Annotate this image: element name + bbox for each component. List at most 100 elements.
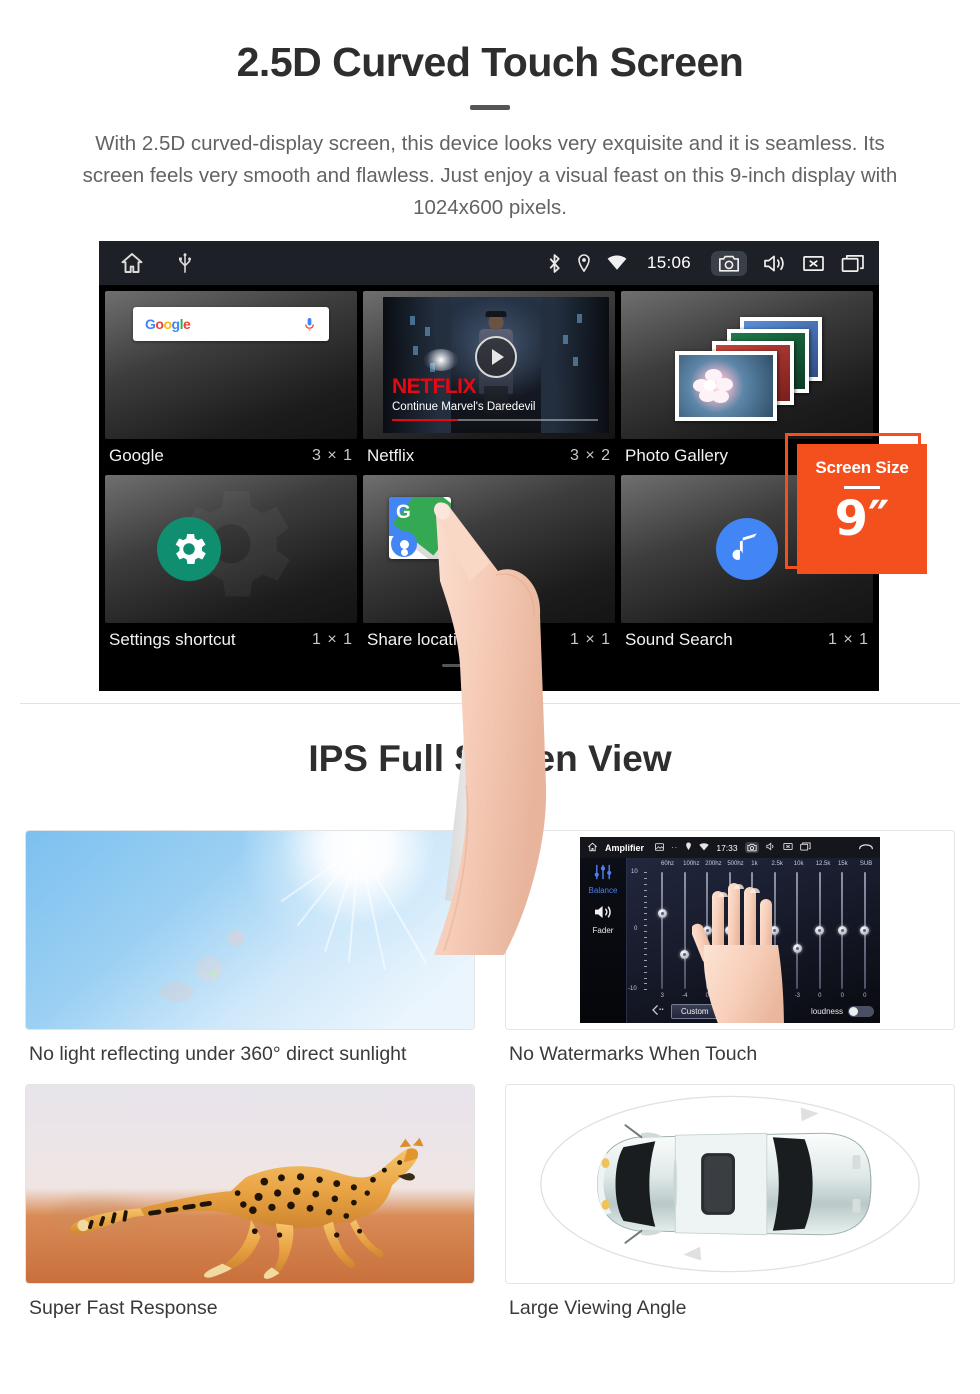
wifi-icon <box>607 255 627 271</box>
section2-underline <box>470 797 510 803</box>
cherry-blossom <box>692 369 733 404</box>
axis-mid-label: 0 <box>634 926 638 933</box>
slider-knob[interactable] <box>657 908 667 918</box>
widget-cell-share-location[interactable]: G Share location 1 × 1 <box>363 475 615 659</box>
photo-gallery-widget[interactable] <box>621 291 873 440</box>
camera-icon[interactable] <box>744 842 759 854</box>
equalizer-slider[interactable] <box>680 872 690 990</box>
axis-tick <box>644 977 647 979</box>
slider-knob[interactable] <box>860 926 870 936</box>
slider-knob[interactable] <box>837 926 847 936</box>
widget-caption: Sound Search 1 × 1 <box>621 623 873 659</box>
home-icon[interactable] <box>587 842 598 854</box>
amplifier-sidebar: Balance Fader <box>580 858 627 1024</box>
axis-tick <box>644 913 647 915</box>
microphone-icon[interactable] <box>303 317 317 332</box>
widget-size: 3 × 1 <box>311 447 353 465</box>
equalizer-slider[interactable] <box>860 872 870 990</box>
feature-cards-grid: No light reflecting under 360° direct su… <box>25 830 955 1336</box>
widget-caption: Google 3 × 1 <box>105 439 357 475</box>
recents-icon[interactable] <box>841 254 865 273</box>
camera-icon[interactable] <box>711 250 747 276</box>
equalizer-slider[interactable] <box>837 872 847 990</box>
feature-card-fast-response: Super Fast Response <box>25 1084 475 1336</box>
widget-cell-netflix[interactable]: NETFLIX Continue Marvel's Daredevil Netf… <box>363 291 615 475</box>
widget-name: Photo Gallery <box>625 446 728 466</box>
balance-menu-item[interactable]: Balance <box>580 864 626 895</box>
widget-row-2: Settings shortcut 1 × 1 G Share location… <box>105 475 873 659</box>
netflix-brand: NETFLIX <box>392 375 477 399</box>
equalizer-value: 3 <box>660 993 664 1000</box>
feature-card-sunlight: No light reflecting under 360° direct su… <box>25 830 475 1082</box>
widget-cell-settings[interactable]: Settings shortcut 1 × 1 <box>105 475 357 659</box>
frequency-label: 500hz <box>727 861 744 868</box>
screen-size-badge: Screen Size 9″ <box>797 444 927 575</box>
widget-size: 3 × 2 <box>569 447 611 465</box>
equalizer-slider[interactable] <box>815 872 825 990</box>
fader-label: Fader <box>592 926 614 936</box>
back-icon[interactable] <box>859 842 873 853</box>
fader-menu-item[interactable]: Fader <box>580 904 626 935</box>
share-location-widget[interactable]: G <box>363 475 615 624</box>
section-divider <box>20 703 960 705</box>
bluetooth-icon <box>548 253 561 273</box>
frequency-label: 1k <box>751 861 758 868</box>
equalizer-value: 0 <box>818 993 822 1000</box>
axis-tick <box>644 924 647 926</box>
equalizer-value: 0 <box>840 993 844 1000</box>
widget-name: Netflix <box>367 446 415 466</box>
page-dot[interactable] <box>476 664 502 668</box>
amplifier-equalizer-screen: Amplifier ·· 17:33 Balance Fader 60hz 10… <box>580 837 880 1024</box>
usb-icon[interactable] <box>177 253 193 274</box>
feature-card-watermarks: Amplifier ·· 17:33 Balance Fader 60hz 10… <box>505 830 955 1082</box>
frequency-labels: 60hz 100hz 200hz 500hz 1k 2.5k 10k 12.5k 15k SUB <box>631 861 876 867</box>
slider-knob[interactable] <box>815 926 825 936</box>
loudness-label: loudness <box>810 1006 843 1016</box>
volume-icon[interactable] <box>766 842 776 853</box>
screen-size-value: 9″ <box>834 491 890 548</box>
netflix-widget[interactable]: NETFLIX Continue Marvel's Daredevil <box>363 291 615 440</box>
recents-icon[interactable] <box>799 842 811 853</box>
close-icon[interactable] <box>783 842 793 853</box>
google-maps-icon[interactable]: G <box>389 497 451 560</box>
slider-knob[interactable] <box>680 949 690 959</box>
back-arrow-icon[interactable] <box>651 1002 665 1020</box>
netflix-progress-bar <box>392 418 598 422</box>
axis-tick <box>644 895 647 897</box>
axis-tick <box>644 919 647 921</box>
settings-gear-icon[interactable] <box>157 517 221 582</box>
balance-label: Balance <box>588 886 618 896</box>
widget-size: 1 × 1 <box>827 631 869 649</box>
frequency-label: SUB <box>859 861 873 868</box>
equalizer-slider[interactable] <box>657 872 667 990</box>
photo-thumb-front <box>675 351 777 422</box>
frequency-label: 200hz <box>705 861 722 868</box>
frequency-label: 60hz <box>661 861 675 868</box>
google-search-bar[interactable]: Google <box>133 307 329 342</box>
widget-row-1: Google Google 3 × 1 NETFLIX Continue Mar… <box>105 291 873 475</box>
axis-tick <box>644 948 647 950</box>
home-icon[interactable] <box>119 251 145 275</box>
page-indicator[interactable] <box>105 659 873 668</box>
close-icon[interactable] <box>802 254 825 273</box>
widget-name: Google <box>109 446 164 466</box>
axis-tick <box>644 872 647 874</box>
gain-axis: 10 0 -10 <box>628 869 649 992</box>
map-pin-icon <box>391 531 417 558</box>
loudness-control[interactable]: loudness <box>810 1005 874 1017</box>
google-search-widget[interactable]: Google <box>105 291 357 440</box>
play-icon[interactable] <box>475 336 517 379</box>
wifi-icon <box>699 843 710 853</box>
widget-caption: Netflix 3 × 2 <box>363 439 615 475</box>
widget-caption: Share location 1 × 1 <box>363 623 615 659</box>
widget-size: 1 × 1 <box>569 631 611 649</box>
page-dot-active[interactable] <box>510 664 536 668</box>
loudness-toggle[interactable] <box>848 1005 874 1017</box>
widget-cell-google[interactable]: Google Google 3 × 1 <box>105 291 357 475</box>
volume-icon[interactable] <box>763 254 786 273</box>
feature-caption: Super Fast Response <box>29 1297 218 1320</box>
settings-shortcut-widget[interactable] <box>105 475 357 624</box>
music-note-icon[interactable] <box>716 518 778 581</box>
page-dot[interactable] <box>442 664 468 668</box>
axis-tick <box>644 954 647 956</box>
